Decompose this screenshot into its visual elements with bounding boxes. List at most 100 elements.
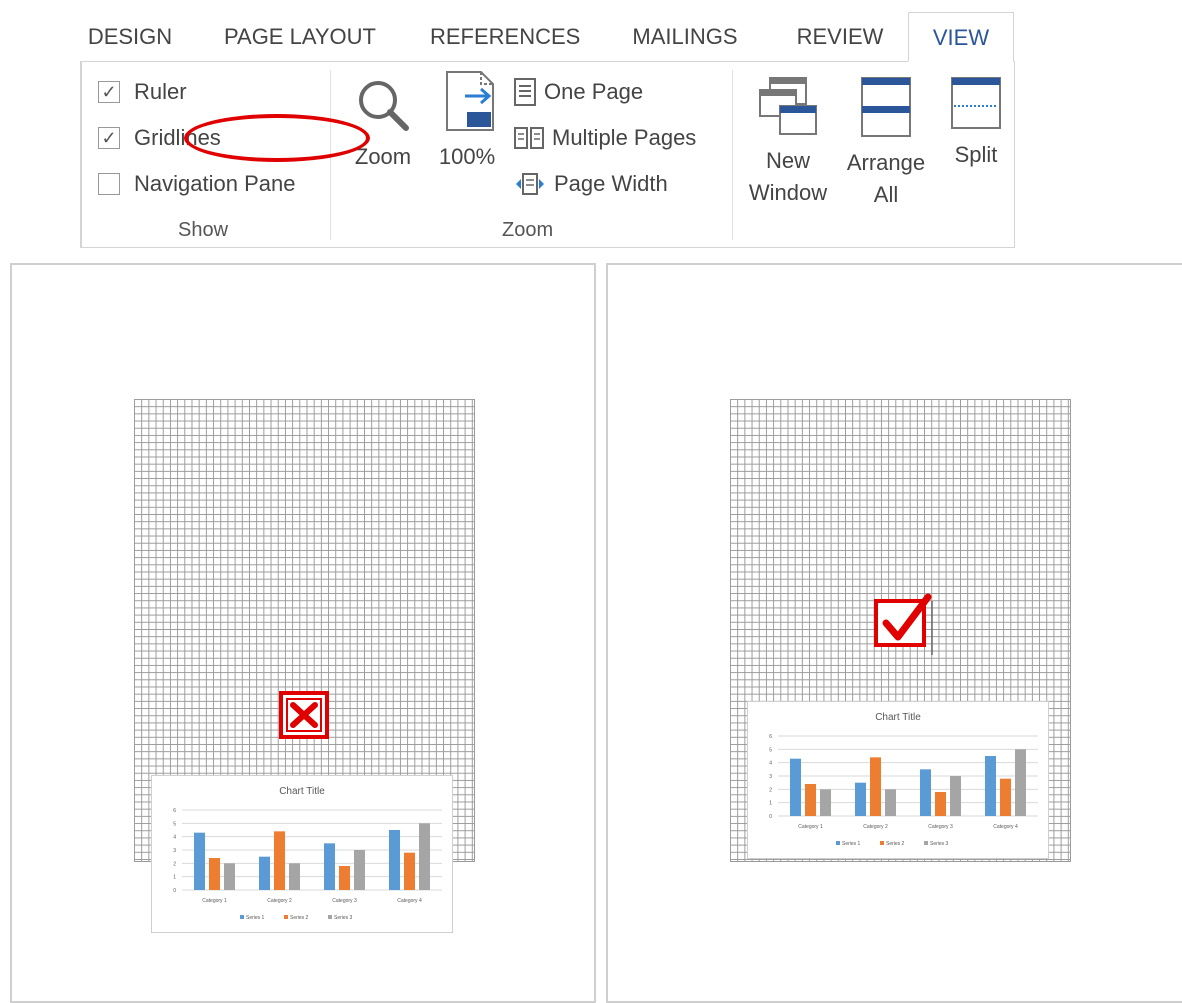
y-tick-label: 5	[173, 821, 176, 827]
bar	[224, 863, 235, 890]
bar	[274, 831, 285, 890]
bar	[855, 782, 866, 816]
bar	[805, 784, 816, 816]
chart-title: Chart Title	[279, 786, 325, 797]
magnifier-icon	[359, 81, 409, 131]
category-label: Category 2	[267, 898, 292, 904]
zoom-button[interactable]: Zoom	[348, 76, 418, 173]
legend-swatch	[836, 841, 840, 845]
tab-references[interactable]: REFERENCES	[430, 12, 580, 62]
page-width-button[interactable]: Page Width	[514, 167, 668, 201]
category-label: Category 1	[798, 824, 823, 830]
bar-chart: Chart Title 0 1 2 3 4 5 6 Category 1 Category 2 Ca…	[769, 712, 1038, 847]
legend-label: Series 1	[246, 915, 265, 921]
one-page-button[interactable]: One Page	[514, 75, 643, 109]
page-width-icon	[516, 173, 544, 195]
arrange-all-label-1: Arrange	[846, 150, 926, 175]
y-tick-label: 0	[173, 888, 176, 894]
y-tick-label: 6	[769, 734, 772, 740]
tab-page-layout[interactable]: PAGE LAYOUT	[220, 12, 380, 62]
bar	[404, 852, 415, 890]
bar	[194, 832, 205, 890]
y-tick-label: 4	[769, 761, 772, 767]
chart-title: Chart Title	[875, 712, 921, 723]
chart-container[interactable]: Chart Title 0 1 2 3 4 5 6 Category 1 Category 2 Ca…	[747, 701, 1049, 859]
split-label: Split	[954, 142, 998, 167]
legend-swatch	[924, 841, 928, 845]
split-button[interactable]: Split	[940, 76, 1012, 171]
bar	[1015, 749, 1026, 816]
bar-chart: Chart Title 0 1 2 3 4 5 6 Category 1 Category 2 Ca…	[173, 786, 442, 921]
gridlines-checkbox[interactable]: ✓	[98, 127, 120, 149]
one-page-icon	[514, 78, 536, 106]
ribbon-panel: ✓ Ruler ✓ Gridlines Navigation Pane Show…	[80, 61, 1015, 248]
tab-review[interactable]: REVIEW	[785, 12, 895, 62]
bar	[820, 789, 831, 816]
legend-label: Series 3	[334, 915, 353, 921]
document-pane-left[interactable]: Chart Title 0 1 2 3 4 5 6 Category 1 Category 2 Ca…	[10, 263, 596, 1003]
bar	[339, 866, 350, 890]
new-window-icon	[759, 77, 817, 135]
split-icon	[951, 77, 1001, 129]
bar	[259, 856, 270, 890]
legend-label: Series 2	[290, 915, 309, 921]
legend-swatch	[328, 915, 332, 919]
arrange-all-label-2: All	[873, 182, 899, 207]
navigation-pane-label: Navigation Pane	[134, 171, 296, 196]
tab-view[interactable]: VIEW	[908, 12, 1014, 62]
bar	[885, 789, 896, 816]
multiple-pages-label: Multiple Pages	[552, 125, 697, 150]
zoom-100-button[interactable]: 100%	[434, 70, 500, 173]
ruler-option[interactable]: ✓ Ruler	[98, 77, 187, 107]
one-page-label: One Page	[544, 79, 644, 104]
new-window-label-1: New	[765, 148, 810, 173]
legend-label: Series 2	[886, 841, 905, 847]
arrange-all-icon	[861, 77, 911, 137]
ribbon-tabs: DESIGN PAGE LAYOUT REFERENCES MAILINGS R…	[80, 12, 1020, 62]
navigation-pane-option[interactable]: Navigation Pane	[98, 169, 295, 199]
chart-container[interactable]: Chart Title 0 1 2 3 4 5 6 Category 1 Category 2 Ca…	[151, 775, 453, 933]
bar	[389, 830, 400, 890]
bar	[324, 843, 335, 890]
new-window-label-2: Window	[748, 180, 828, 205]
bar	[354, 850, 365, 890]
show-group-label: Show	[178, 219, 229, 241]
bar	[790, 758, 801, 816]
y-tick-label: 2	[769, 787, 772, 793]
multiple-pages-button[interactable]: Multiple Pages	[514, 121, 696, 155]
y-tick-label: 5	[769, 747, 772, 753]
bar	[419, 823, 430, 890]
navigation-pane-checkbox[interactable]	[98, 173, 120, 195]
group-separator	[732, 70, 733, 240]
tab-design[interactable]: DESIGN	[80, 12, 180, 62]
document-pane-right[interactable]: Chart Title 0 1 2 3 4 5 6 Category 1 Category 2 Ca…	[606, 263, 1182, 1003]
legend-swatch	[284, 915, 288, 919]
bar	[1000, 778, 1011, 816]
legend-swatch	[240, 915, 244, 919]
legend-label: Series 3	[930, 841, 949, 847]
category-label: Category 2	[863, 824, 888, 830]
arrange-all-button[interactable]: Arrange All	[838, 76, 934, 211]
annotation-ellipse	[184, 114, 370, 162]
legend-label: Series 1	[842, 841, 861, 847]
multiple-pages-icon	[514, 127, 544, 149]
category-label: Category 4	[993, 824, 1018, 830]
category-label: Category 3	[928, 824, 953, 830]
zoom-group-label: Zoom	[502, 219, 554, 241]
page-100-icon	[446, 71, 494, 131]
new-window-button[interactable]: New Window	[740, 76, 836, 209]
category-label: Category 1	[202, 898, 227, 904]
category-label: Category 3	[332, 898, 357, 904]
y-tick-label: 3	[173, 848, 176, 854]
ruler-label: Ruler	[134, 79, 187, 104]
tab-mailings[interactable]: MAILINGS	[620, 12, 750, 62]
check-mark-icon	[872, 591, 938, 662]
y-tick-label: 4	[173, 835, 176, 841]
bar	[920, 769, 931, 816]
y-tick-label: 2	[173, 861, 176, 867]
ruler-checkbox[interactable]: ✓	[98, 81, 120, 103]
legend-swatch	[880, 841, 884, 845]
bar	[209, 858, 220, 890]
bar	[870, 757, 881, 816]
y-tick-label: 3	[769, 774, 772, 780]
